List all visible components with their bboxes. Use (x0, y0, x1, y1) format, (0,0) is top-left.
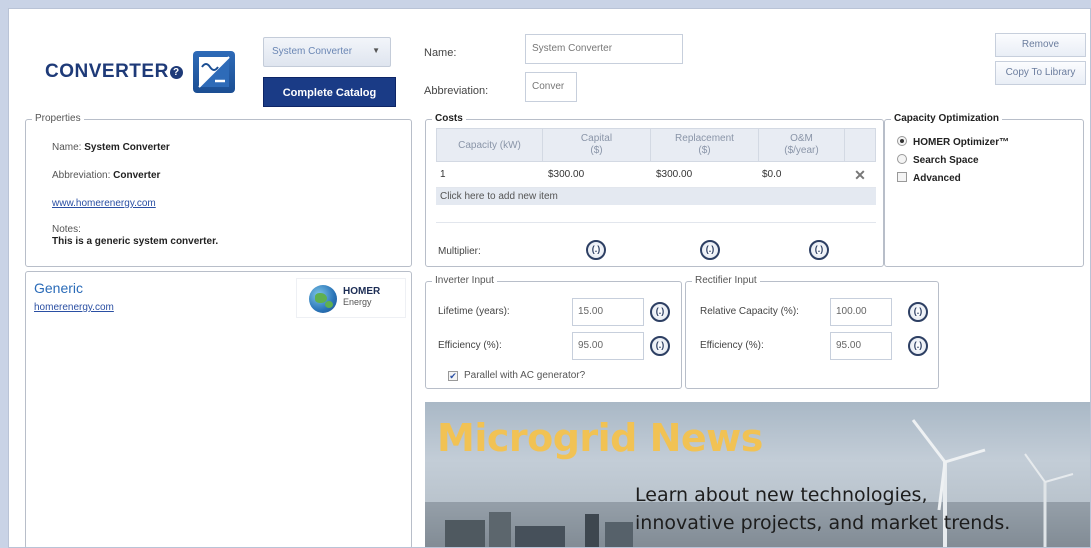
lifetime-sensitivity-icon[interactable]: (.) (650, 302, 670, 322)
converter-icon (193, 51, 235, 93)
rectifier-efficiency-sensitivity-icon[interactable]: (.) (908, 336, 928, 356)
capacity-optimization-group: Capacity Optimization HOMER Optimizer™ S… (884, 113, 1084, 267)
add-new-item-row[interactable]: Click here to add new item (436, 188, 876, 205)
column-capacity: Capacity (kW) (437, 129, 543, 161)
delete-row-icon[interactable]: ✕ (844, 162, 876, 187)
abbreviation-input[interactable]: Conver (525, 72, 577, 102)
parallel-ac-checkbox[interactable]: ✔ Parallel with AC generator? (448, 370, 585, 381)
rectifier-efficiency-label: Efficiency (%): (700, 340, 764, 351)
complete-catalog-button[interactable]: Complete Catalog (263, 77, 396, 107)
lifetime-label: Lifetime (years): (438, 306, 510, 317)
column-om: O&M ($/year) (759, 129, 845, 161)
copy-to-library-button[interactable]: Copy To Library (995, 61, 1086, 85)
table-row[interactable]: 1 $300.00 $300.00 $0.0 ✕ (436, 162, 876, 188)
capital-multiplier-icon[interactable]: (.) (586, 240, 606, 260)
rectifier-input-title: Rectifier Input (692, 275, 760, 286)
relative-capacity-label: Relative Capacity (%): (700, 306, 799, 317)
rectifier-input-group: Rectifier Input Relative Capacity (%): 1… (685, 275, 939, 389)
cell-capital[interactable]: $300.00 (542, 162, 650, 187)
generic-website-link[interactable]: homerenergy.com (34, 302, 114, 313)
inverter-efficiency-input[interactable]: 95.00 (572, 332, 644, 360)
advanced-checkbox[interactable]: Advanced (897, 172, 961, 184)
inverter-input-group: Inverter Input Lifetime (years): 15.00 (… (425, 275, 682, 389)
generic-panel: Generic homerenergy.com HOMER Energy (25, 271, 412, 547)
component-dropdown[interactable]: System Converter ▼ (263, 37, 391, 67)
properties-title: Properties (32, 113, 84, 124)
banner-line-2: innovative projects, and market trends. (635, 512, 1011, 534)
costs-table: Capacity (kW) Capital ($) Replacement ($) … (436, 128, 876, 223)
converter-page: CONVERTER? System Converter ▼ Complete C… (8, 8, 1091, 548)
costs-title: Costs (432, 113, 466, 124)
cell-capacity[interactable]: 1 (436, 162, 542, 187)
banner-line-1: Learn about new technologies, (635, 484, 928, 506)
name-label: Name: (424, 47, 457, 59)
radio-selected-icon[interactable] (897, 136, 907, 146)
costs-table-header: Capacity (kW) Capital ($) Replacement ($) … (436, 128, 876, 162)
name-input[interactable]: System Converter (525, 34, 683, 64)
chevron-down-icon: ▼ (372, 46, 380, 55)
cell-om[interactable]: $0.0 (758, 162, 844, 187)
search-space-radio[interactable]: Search Space (897, 154, 979, 166)
capacity-optimization-title: Capacity Optimization (891, 113, 1003, 124)
lifetime-input[interactable]: 15.00 (572, 298, 644, 326)
checkbox-icon[interactable] (897, 172, 907, 182)
om-multiplier-icon[interactable]: (.) (809, 240, 829, 260)
radio-unselected-icon[interactable] (897, 154, 907, 164)
inverter-efficiency-label: Efficiency (%): (438, 340, 502, 351)
properties-website-link[interactable]: www.homerenergy.com (52, 198, 156, 209)
homer-optimizer-radio[interactable]: HOMER Optimizer™ (897, 136, 1009, 148)
notes-value: This is a generic system converter. (52, 236, 219, 247)
notes-label: Notes: (52, 224, 81, 235)
relative-capacity-sensitivity-icon[interactable]: (.) (908, 302, 928, 322)
properties-name: Name: System Converter (52, 142, 170, 153)
converter-logo-text: CONVERTER? (45, 61, 183, 83)
abbreviation-label: Abbreviation: (424, 85, 489, 97)
multiplier-label: Multiplier: (438, 246, 481, 257)
properties-group: Properties Name: System Converter Abbrev… (25, 113, 412, 267)
microgrid-news-banner[interactable]: Microgrid News Learn about new technolog… (425, 402, 1090, 547)
relative-capacity-input[interactable]: 100.00 (830, 298, 892, 326)
inverter-input-title: Inverter Input (432, 275, 497, 286)
checkbox-checked-icon[interactable]: ✔ (448, 371, 458, 381)
costs-group: Costs Capacity (kW) Capital ($) Replaceme… (425, 113, 884, 267)
remove-button[interactable]: Remove (995, 33, 1086, 57)
cell-replacement[interactable]: $300.00 (650, 162, 758, 187)
banner-title: Microgrid News (437, 416, 763, 460)
globe-icon (309, 285, 337, 313)
rectifier-efficiency-input[interactable]: 95.00 (830, 332, 892, 360)
properties-abbreviation: Abbreviation: Converter (52, 170, 161, 181)
help-icon[interactable]: ? (169, 66, 183, 79)
column-replacement: Replacement ($) (651, 129, 759, 161)
homer-energy-logo: HOMER Energy (296, 278, 406, 318)
generic-title: Generic (34, 280, 84, 296)
inverter-efficiency-sensitivity-icon[interactable]: (.) (650, 336, 670, 356)
replacement-multiplier-icon[interactable]: (.) (700, 240, 720, 260)
column-capital: Capital ($) (543, 129, 651, 161)
